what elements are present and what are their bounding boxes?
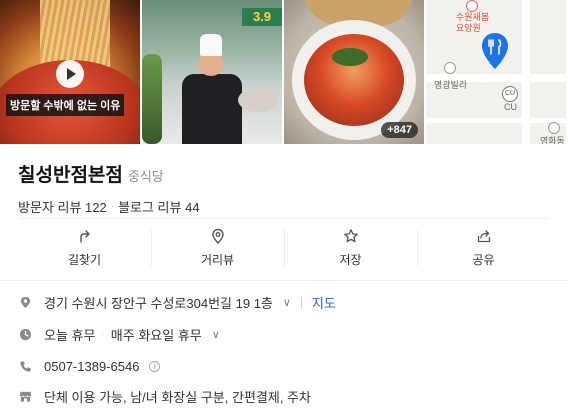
chef-photo[interactable]: 3.9 (142, 0, 282, 144)
chef-body (182, 74, 242, 144)
map-thumbnail[interactable]: 수원새봄 요양원 영광빌라 CU CU 영화동 (426, 0, 566, 144)
cinema-icon (548, 122, 560, 134)
building-icon (444, 62, 456, 74)
street-view-label: 거리뷰 (200, 253, 235, 267)
map-label-cu: CU (504, 102, 517, 112)
directions-icon (79, 230, 90, 243)
separator-dot: · (110, 201, 115, 212)
directions-button[interactable]: 길찾기 (18, 222, 151, 274)
separator-dot: · (101, 328, 105, 340)
bowl-image (238, 88, 278, 112)
greens-image (332, 48, 368, 66)
share-icon (477, 230, 490, 243)
store-icon (18, 389, 32, 403)
address-row: 경기 수원시 장안구 수성로304번길 19 1층 ∨ 지도 (18, 292, 336, 312)
map-road (426, 118, 566, 123)
street-view-button[interactable]: 거리뷰 (151, 222, 284, 274)
phone-row: 0507-1389-6546 i (18, 356, 161, 376)
clock-icon (18, 327, 32, 341)
convenience-store-icon: CU (502, 86, 518, 102)
amenities-row: 단체 이용 가능, 남/녀 화장실 구분, 간편결제, 주차 (18, 386, 311, 406)
share-label: 공유 (472, 253, 495, 267)
store-sign: 3.9 (242, 8, 282, 26)
save-button[interactable]: 저장 (284, 222, 417, 274)
plant-image (142, 54, 162, 144)
action-bar: 길찾기 거리뷰 저장 공유 (18, 222, 550, 274)
hours-row: 오늘 휴무 · 매주 화요일 휴무 ∨ (18, 324, 220, 344)
phone-icon (18, 359, 32, 373)
blog-reviews-link[interactable]: 블로그 리뷰 44 (118, 197, 199, 216)
photo-count-badge[interactable]: +847 (381, 122, 418, 138)
location-icon (18, 295, 32, 309)
review-summary: 방문자 리뷰 122 · 블로그 리뷰 44 (18, 197, 200, 216)
chevron-down-icon[interactable]: ∨ (283, 296, 291, 309)
video-caption: 방문할 수밖에 없는 이유 (6, 94, 125, 116)
hospital-icon (466, 0, 478, 12)
map-label-cinema: 영화동 (540, 136, 565, 144)
star-icon (343, 229, 358, 243)
address-text[interactable]: 경기 수원시 장안구 수성로304번길 19 1층 (44, 293, 273, 312)
play-icon[interactable] (56, 60, 84, 88)
amenities-text: 단체 이용 가능, 남/녀 화장실 구분, 간편결제, 주차 (44, 389, 311, 405)
directions-label: 길찾기 (67, 253, 102, 267)
map-link[interactable]: 지도 (312, 293, 336, 312)
place-category: 중식당 (127, 169, 164, 184)
visitor-reviews-link[interactable]: 방문자 리뷰 122 (18, 197, 107, 216)
street-view-icon (211, 228, 224, 244)
share-button[interactable]: 공유 (417, 222, 550, 274)
phone-number[interactable]: 0507-1389-6546 (44, 359, 139, 374)
food-photo[interactable]: +847 (284, 0, 424, 144)
place-name: 칠성반점본점 (18, 165, 123, 186)
map-label-villa: 영광빌라 (434, 80, 468, 90)
divider (18, 218, 550, 219)
save-label: 저장 (339, 253, 362, 267)
location-pin-icon (482, 33, 508, 69)
map-label-nursing-home: 수원새봄 요양원 (456, 12, 490, 33)
separator (300, 296, 302, 308)
info-icon[interactable]: i (149, 360, 161, 372)
hours-note: 매주 화요일 휴무 (110, 327, 202, 343)
chef-hat (200, 34, 222, 56)
divider (0, 280, 568, 281)
place-header: 칠성반점본점 중식당 방문자 리뷰 122 · 블로그 리뷰 44 (18, 160, 200, 216)
photo-gallery: 방문할 수밖에 없는 이유 3.9 +847 수원새봄 요양원 영광빌라 CU … (0, 0, 568, 144)
video-thumbnail[interactable]: 방문할 수밖에 없는 이유 (0, 0, 140, 144)
hours-status: 오늘 휴무 (44, 327, 96, 343)
chevron-down-icon[interactable]: ∨ (212, 328, 220, 341)
